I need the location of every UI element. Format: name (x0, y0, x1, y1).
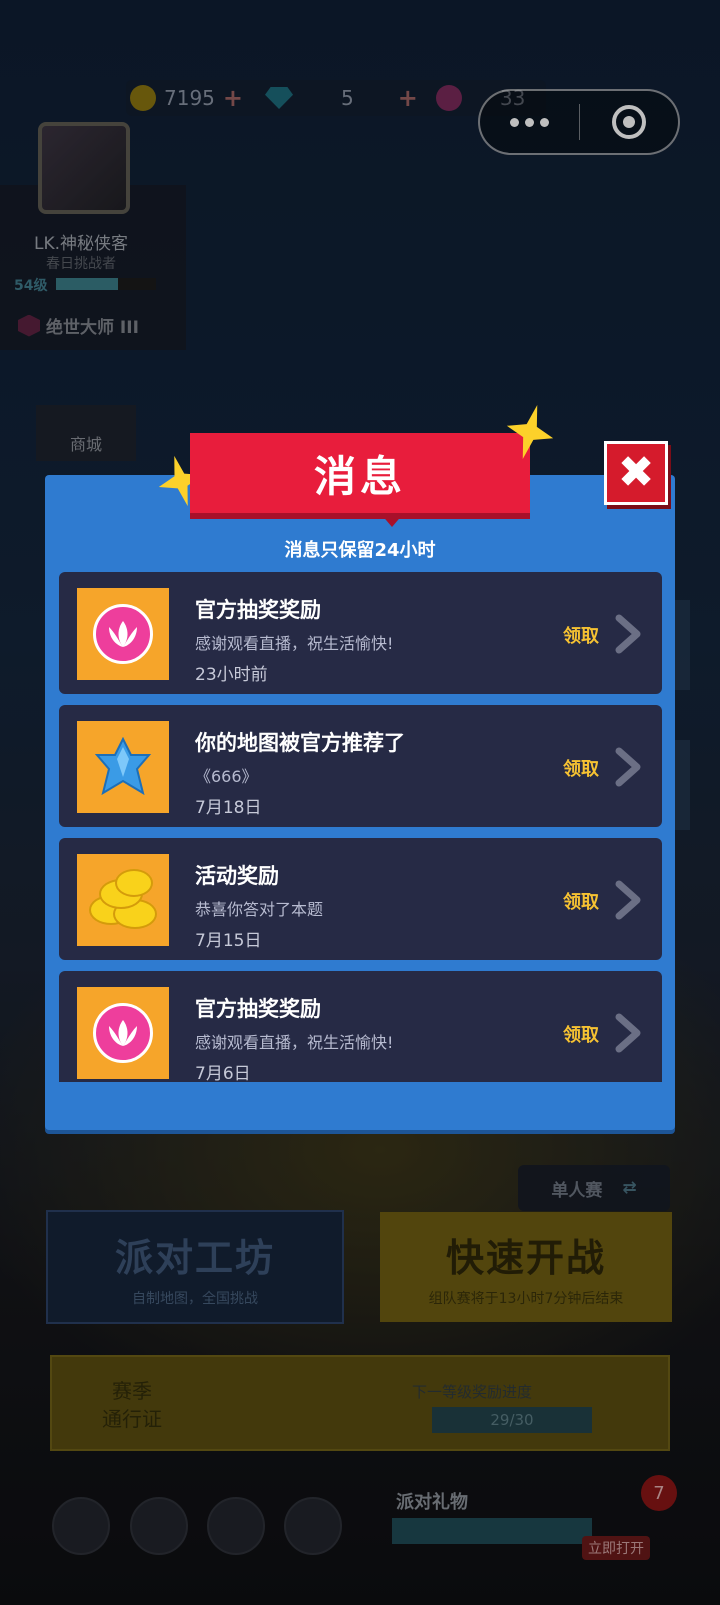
message-time: 7月15日 (195, 931, 262, 951)
message-title: 你的地图被官方推荐了 (195, 731, 405, 755)
message-item[interactable]: 官方抽奖奖励 感谢观看直播，祝生活愉快! 23小时前 领取 (59, 572, 662, 694)
close-modal-button[interactable]: ✖ (604, 441, 668, 505)
close-icon: ✖ (617, 447, 655, 498)
message-icon-tile (77, 854, 169, 946)
lotus-icon (93, 1003, 153, 1063)
lotus-icon (93, 604, 153, 664)
modal-title-ribbon: 消息 (190, 433, 530, 513)
modal-title: 消息 (313, 451, 406, 501)
message-icon-tile (77, 588, 169, 680)
claim-button[interactable]: 领取 (563, 755, 599, 781)
message-time: 7月18日 (195, 798, 262, 818)
ribbon-tail (380, 513, 404, 527)
message-item[interactable]: 活动奖励 恭喜你答对了本题 7月15日 领取 (59, 838, 662, 960)
message-subtitle: 感谢观看直播，祝生活愉快! (195, 634, 394, 653)
message-subtitle: 恭喜你答对了本题 (195, 900, 324, 919)
message-title: 活动奖励 (195, 864, 279, 888)
chevron-right-icon (615, 614, 641, 654)
message-subtitle: 《666》 (195, 767, 258, 786)
message-icon-tile (77, 721, 169, 813)
chevron-right-icon (615, 747, 641, 787)
crystal-star-icon (94, 737, 152, 796)
message-subtitle: 感谢观看直播，祝生活愉快! (195, 1033, 394, 1052)
claim-button[interactable]: 领取 (563, 622, 599, 648)
claim-button[interactable]: 领取 (563, 1021, 599, 1047)
claim-button[interactable]: 领取 (563, 888, 599, 914)
message-time: 7月6日 (195, 1064, 251, 1082)
chevron-right-icon (615, 1013, 641, 1053)
message-title: 官方抽奖奖励 (195, 997, 321, 1021)
message-item[interactable]: 你的地图被官方推荐了 《666》 7月18日 领取 (59, 705, 662, 827)
message-item[interactable]: 官方抽奖奖励 感谢观看直播，祝生活愉快! 7月6日 领取 (59, 971, 662, 1082)
message-icon-tile (77, 987, 169, 1079)
message-time: 23小时前 (195, 665, 268, 685)
message-list[interactable]: 官方抽奖奖励 感谢观看直播，祝生活愉快! 23小时前 领取 你的地图被官方推荐了… (59, 572, 662, 1082)
retention-notice: 消息只保留24小时 (284, 540, 436, 561)
message-title: 官方抽奖奖励 (195, 598, 321, 622)
gold-coins-icon (85, 865, 161, 935)
chevron-right-icon (615, 880, 641, 920)
